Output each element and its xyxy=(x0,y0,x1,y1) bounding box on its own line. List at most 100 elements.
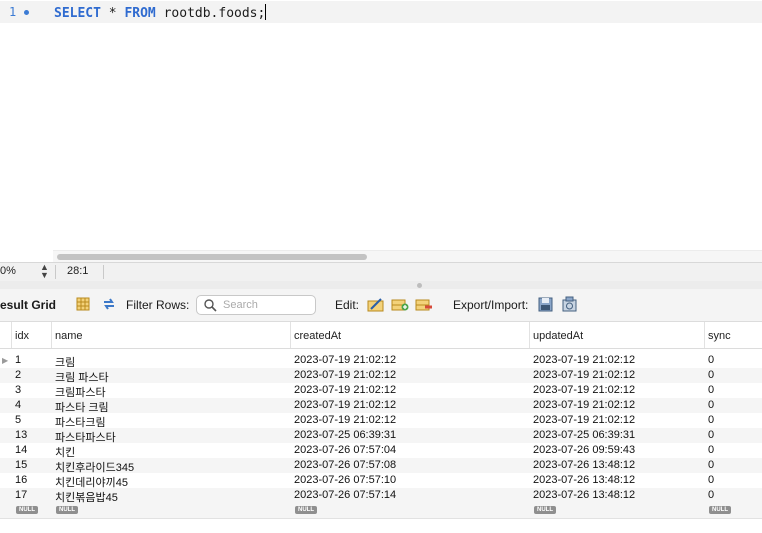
cell-updatedat[interactable]: 2023-07-19 21:02:12 xyxy=(533,399,635,411)
add-row-icon[interactable] xyxy=(391,296,409,312)
table-row[interactable]: 17 치킨볶음밥45 2023-07-26 07:57:14 2023-07-26 1… xyxy=(0,488,762,504)
column-divider xyxy=(290,322,291,348)
grid-header: idx name createdAt updatedAt sync xyxy=(0,322,762,349)
cell-createdat[interactable]: 2023-07-19 21:02:12 xyxy=(294,369,396,381)
cell-createdat[interactable]: 2023-07-26 07:57:08 xyxy=(294,459,396,471)
column-header-idx[interactable]: idx xyxy=(15,330,29,342)
import-icon[interactable] xyxy=(561,296,577,312)
cell-updatedat[interactable]: 2023-07-25 06:39:31 xyxy=(533,429,635,441)
result-toolbar: esult Grid Filter Rows: Search Edit: Exp… xyxy=(0,289,762,322)
cell-sync[interactable]: 0 xyxy=(708,354,714,366)
result-grid-tab[interactable]: esult Grid xyxy=(0,298,56,312)
column-divider xyxy=(529,322,530,348)
editor-scroll-thumb[interactable] xyxy=(57,254,367,260)
result-grid-icon[interactable] xyxy=(75,296,91,312)
cell-updatedat[interactable]: 2023-07-19 21:02:12 xyxy=(533,369,635,381)
cell-sync[interactable]: 0 xyxy=(708,459,714,471)
code-star: * xyxy=(100,6,125,21)
table-row[interactable]: ▶ 1 크림 2023-07-19 21:02:12 2023-07-19 21:02:… xyxy=(0,353,762,369)
status-divider xyxy=(103,265,104,279)
cell-idx[interactable]: 2 xyxy=(15,369,21,381)
panel-splitter[interactable] xyxy=(0,281,762,289)
status-divider xyxy=(55,265,56,279)
cell-idx[interactable]: 14 xyxy=(15,444,27,456)
cursor-position: 28:1 xyxy=(67,265,89,277)
column-header-updatedat[interactable]: updatedAt xyxy=(533,330,583,342)
column-header-name[interactable]: name xyxy=(55,330,83,342)
cell-updatedat[interactable]: 2023-07-26 09:59:43 xyxy=(533,444,635,456)
grid-bottom-rule xyxy=(0,518,762,519)
search-icon xyxy=(203,298,217,315)
statement-marker-icon xyxy=(24,10,29,15)
cell-createdat[interactable]: 2023-07-19 21:02:12 xyxy=(294,414,396,426)
cell-updatedat[interactable]: 2023-07-19 21:02:12 xyxy=(533,384,635,396)
cell-sync[interactable]: 0 xyxy=(708,444,714,456)
export-import-label: Export/Import: xyxy=(453,298,529,312)
search-placeholder: Search xyxy=(223,299,258,311)
cell-sync[interactable]: 0 xyxy=(708,474,714,486)
table-row[interactable]: 2 크림 파스타 2023-07-19 21:02:12 2023-07-19 21:… xyxy=(0,368,762,384)
refresh-icon[interactable] xyxy=(101,296,117,312)
cell-updatedat[interactable]: 2023-07-19 21:02:12 xyxy=(533,354,635,366)
editor-statusbar: 0% ▲ ▼ 28:1 xyxy=(0,262,762,282)
line-number: 1 xyxy=(9,5,17,19)
export-icon[interactable] xyxy=(537,296,553,312)
cell-sync[interactable]: 0 xyxy=(708,369,714,381)
null-badge[interactable]: NULL xyxy=(16,506,38,514)
edit-label: Edit: xyxy=(335,298,360,312)
cell-sync[interactable]: 0 xyxy=(708,384,714,396)
cell-idx[interactable]: 17 xyxy=(15,489,27,501)
zoom-stepper-icon[interactable]: ▲ ▼ xyxy=(40,263,49,280)
null-badge[interactable]: NULL xyxy=(56,506,78,514)
null-badge[interactable]: NULL xyxy=(534,506,556,514)
table-row[interactable]: 16 치킨데리야끼45 2023-07-26 07:57:10 2023-07-26 … xyxy=(0,473,762,489)
table-row[interactable]: 14 치킨 2023-07-26 07:57:04 2023-07-26 09:59:… xyxy=(0,443,762,459)
column-divider xyxy=(51,322,52,348)
cell-createdat[interactable]: 2023-07-26 07:57:10 xyxy=(294,474,396,486)
cell-sync[interactable]: 0 xyxy=(708,414,714,426)
result-grid[interactable]: idx name createdAt updatedAt sync ▶ 1 크림 20… xyxy=(0,322,762,533)
null-badge[interactable]: NULL xyxy=(295,506,317,514)
column-divider xyxy=(704,322,705,348)
sql-code[interactable]: SELECT * FROM rootdb.foods; xyxy=(54,4,267,21)
cell-createdat[interactable]: 2023-07-25 06:39:31 xyxy=(294,429,396,441)
filter-search-input[interactable]: Search xyxy=(196,295,316,315)
null-badge[interactable]: NULL xyxy=(709,506,731,514)
table-row[interactable]: 4 파스타 크림 2023-07-19 21:02:12 2023-07-19 21:… xyxy=(0,398,762,414)
cell-createdat[interactable]: 2023-07-26 07:57:14 xyxy=(294,489,396,501)
cell-idx[interactable]: 1 xyxy=(15,354,21,366)
cell-createdat[interactable]: 2023-07-19 21:02:12 xyxy=(294,384,396,396)
cell-idx[interactable]: 16 xyxy=(15,474,27,486)
cell-sync[interactable]: 0 xyxy=(708,429,714,441)
cell-updatedat[interactable]: 2023-07-26 13:48:12 xyxy=(533,459,635,471)
cell-createdat[interactable]: 2023-07-19 21:02:12 xyxy=(294,354,396,366)
column-header-sync[interactable]: sync xyxy=(708,330,731,342)
cell-idx[interactable]: 4 xyxy=(15,399,21,411)
cell-updatedat[interactable]: 2023-07-26 13:48:12 xyxy=(533,489,635,501)
table-row[interactable]: 13 파스타파스타 2023-07-25 06:39:31 2023-07-25 06… xyxy=(0,428,762,444)
filter-rows-label: Filter Rows: xyxy=(126,298,190,312)
cell-sync[interactable]: 0 xyxy=(708,489,714,501)
cell-idx[interactable]: 15 xyxy=(15,459,27,471)
delete-row-icon[interactable] xyxy=(415,296,432,312)
cell-idx[interactable]: 3 xyxy=(15,384,21,396)
table-row[interactable]: 15 치킨후라이드345 2023-07-26 07:57:08 2023-07-26… xyxy=(0,458,762,474)
current-row-icon: ▶ xyxy=(2,356,9,365)
column-header-createdat[interactable]: createdAt xyxy=(294,330,341,342)
table-row[interactable]: 3 크림파스타 2023-07-19 21:02:12 2023-07-19 21:0… xyxy=(0,383,762,399)
cell-createdat[interactable]: 2023-07-26 07:57:04 xyxy=(294,444,396,456)
code-table: rootdb.foods; xyxy=(155,6,266,21)
splitter-grip-icon[interactable] xyxy=(417,283,422,288)
cell-updatedat[interactable]: 2023-07-19 21:02:12 xyxy=(533,414,635,426)
cell-idx[interactable]: 5 xyxy=(15,414,21,426)
cell-updatedat[interactable]: 2023-07-26 13:48:12 xyxy=(533,474,635,486)
sql-editor[interactable]: 1 SELECT * FROM rootdb.foods; xyxy=(0,0,762,262)
cell-idx[interactable]: 13 xyxy=(15,429,27,441)
table-row[interactable]: 5 파스타크림 2023-07-19 21:02:12 2023-07-19 21:0… xyxy=(0,413,762,429)
text-cursor xyxy=(265,4,267,20)
new-row[interactable]: NULL NULL NULL NULL NULL xyxy=(0,503,762,518)
cell-sync[interactable]: 0 xyxy=(708,399,714,411)
cell-createdat[interactable]: 2023-07-19 21:02:12 xyxy=(294,399,396,411)
edit-row-icon[interactable] xyxy=(367,296,384,312)
zoom-level[interactable]: 0% xyxy=(0,265,16,277)
